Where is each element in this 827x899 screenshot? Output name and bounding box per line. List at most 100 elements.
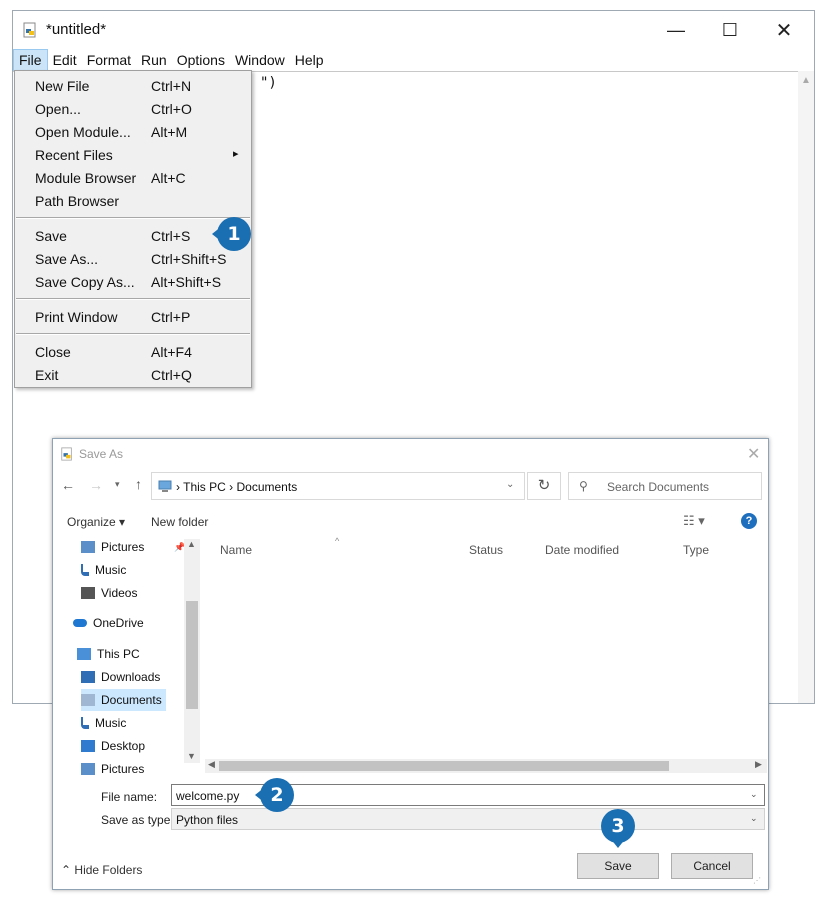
chevron-down-icon[interactable]: ⌄ [506, 479, 514, 490]
videos-icon [81, 587, 95, 599]
nav-item-label: Pictures [101, 762, 145, 776]
refresh-button[interactable]: ↻ [527, 472, 561, 500]
nav-item-pictures[interactable]: Pictures 📌 [81, 536, 190, 558]
menu-item-save-copy-as[interactable]: Save Copy As... Alt+Shift+S [15, 271, 251, 294]
menu-item-label: Path Browser [35, 193, 120, 209]
menu-item-open-module[interactable]: Open Module... Alt+M [15, 121, 251, 144]
save-button[interactable]: Save [577, 853, 659, 879]
menu-file[interactable]: File [13, 49, 48, 71]
menu-item-exit[interactable]: Exit Ctrl+Q [15, 364, 251, 387]
search-placeholder: Search Documents [607, 480, 710, 494]
menu-help[interactable]: Help [290, 49, 329, 71]
pictures-icon [81, 541, 95, 553]
menu-options[interactable]: Options [172, 49, 230, 71]
up-arrow-icon[interactable]: ↑ [135, 476, 142, 492]
menu-item-close[interactable]: Close Alt+F4 [15, 341, 251, 364]
menu-edit[interactable]: Edit [48, 49, 82, 71]
menu-format[interactable]: Format [82, 49, 136, 71]
search-input[interactable]: ⚲ Search Documents [568, 472, 762, 500]
scroll-right-icon[interactable]: ▶ [755, 759, 762, 770]
callout-number: 1 [227, 223, 241, 245]
column-header-name[interactable]: Name [220, 543, 252, 557]
menu-item-shortcut: Ctrl+N [151, 78, 192, 94]
nav-item-label: Documents [101, 693, 162, 707]
scroll-down-icon[interactable]: ▼ [187, 751, 196, 761]
scroll-thumb[interactable] [186, 601, 198, 709]
pictures-icon [81, 763, 95, 775]
horizontal-scrollbar[interactable]: ◀ ▶ [205, 759, 767, 773]
nav-item-music[interactable]: Music [81, 559, 130, 581]
hide-folders-button[interactable]: ⌃ Hide Folders [61, 863, 142, 877]
menu-item-label: New File [35, 78, 90, 94]
menu-item-label: Save [35, 228, 67, 244]
menu-window[interactable]: Window [230, 49, 290, 71]
desktop-icon [81, 740, 95, 752]
menu-item-label: Save Copy As... [35, 274, 135, 290]
nav-item-this-pc[interactable]: This PC [77, 643, 144, 665]
search-icon: ⚲ [579, 479, 588, 493]
nav-item-pictures[interactable]: Pictures [81, 758, 148, 780]
menu-item-module-browser[interactable]: Module Browser Alt+C [15, 167, 251, 190]
resize-grip-icon[interactable]: ⋰ [753, 876, 761, 885]
menu-item-print-window[interactable]: Print Window Ctrl+P [15, 306, 251, 329]
menu-item-label: Open Module... [35, 124, 131, 140]
close-button[interactable]: ✕ [761, 15, 807, 45]
scroll-up-icon[interactable]: ▲ [798, 75, 814, 86]
nav-item-documents[interactable]: Documents [81, 689, 166, 711]
nav-item-desktop[interactable]: Desktop [81, 735, 149, 757]
nav-item-downloads[interactable]: Downloads [81, 666, 164, 688]
recent-locations-icon[interactable]: ▾ [115, 479, 120, 490]
nav-item-onedrive[interactable]: OneDrive [73, 612, 148, 634]
scroll-thumb[interactable] [219, 761, 669, 771]
menu-run[interactable]: Run [136, 49, 172, 71]
column-header-type[interactable]: Type [683, 543, 709, 557]
dialog-close-icon[interactable]: ✕ [747, 444, 760, 464]
minimize-button[interactable]: — [653, 15, 699, 45]
chevron-down-icon[interactable]: ⌄ [750, 813, 758, 824]
organize-button[interactable]: Organize ▾ [67, 515, 125, 529]
chevron-down-icon[interactable]: ⌄ [750, 789, 758, 800]
python-file-icon [61, 447, 72, 461]
menu-item-path-browser[interactable]: Path Browser [15, 190, 251, 213]
breadcrumb-this-pc[interactable]: This PC [183, 480, 226, 494]
menu-item-shortcut: Ctrl+P [151, 309, 191, 325]
save-as-type-value: Python files [176, 813, 239, 827]
menu-bar: File Edit Format Run Options Window Help [13, 49, 814, 71]
scroll-left-icon[interactable]: ◀ [208, 759, 215, 770]
menu-item-shortcut: Alt+M [151, 124, 188, 140]
code-text: ") [260, 75, 277, 91]
this-pc-icon [77, 648, 91, 660]
menu-item-open[interactable]: Open... Ctrl+O [15, 98, 251, 121]
window-title: *untitled* [46, 21, 107, 38]
menu-item-label: Exit [35, 367, 59, 383]
sort-caret-icon: ^ [335, 536, 340, 546]
navigation-pane: Pictures 📌 Music Videos OneDrive This PC Downl… [53, 536, 200, 776]
navigation-scrollbar[interactable]: ▲ ▼ [184, 539, 200, 763]
file-name-value: welcome.py [176, 789, 240, 803]
menu-item-shortcut: Alt+C [151, 170, 186, 186]
menu-separator [16, 333, 250, 335]
menu-item-label: Module Browser [35, 170, 137, 186]
breadcrumb-separator: › [229, 480, 234, 494]
title-bar: *untitled* — ☐ ✕ [13, 11, 814, 49]
forward-arrow-icon[interactable]: → [89, 477, 103, 493]
scroll-up-icon[interactable]: ▲ [187, 539, 196, 549]
nav-item-videos[interactable]: Videos [81, 582, 141, 604]
maximize-button[interactable]: ☐ [707, 15, 753, 45]
nav-item-label: Videos [101, 586, 138, 600]
editor-scrollbar[interactable]: ▲ [798, 71, 814, 703]
view-options-icon[interactable]: ☷ ▾ [683, 513, 705, 529]
nav-item-label: Pictures [101, 540, 145, 554]
column-header-status[interactable]: Status [469, 543, 503, 557]
cancel-button[interactable]: Cancel [671, 853, 753, 879]
new-folder-button[interactable]: New folder [151, 515, 208, 529]
menu-item-recent-files[interactable]: Recent Files ▸ [15, 144, 251, 167]
column-header-date-modified[interactable]: Date modified [545, 543, 619, 557]
back-arrow-icon[interactable]: ← [61, 477, 75, 493]
nav-item-music[interactable]: Music [81, 712, 130, 734]
nav-item-label: Desktop [101, 739, 146, 753]
menu-item-new-file[interactable]: New File Ctrl+N [15, 75, 251, 98]
help-icon[interactable]: ? [741, 513, 757, 529]
breadcrumb-documents[interactable]: Documents [237, 480, 298, 494]
address-bar[interactable]: › This PC › Documents ⌄ [151, 472, 525, 500]
